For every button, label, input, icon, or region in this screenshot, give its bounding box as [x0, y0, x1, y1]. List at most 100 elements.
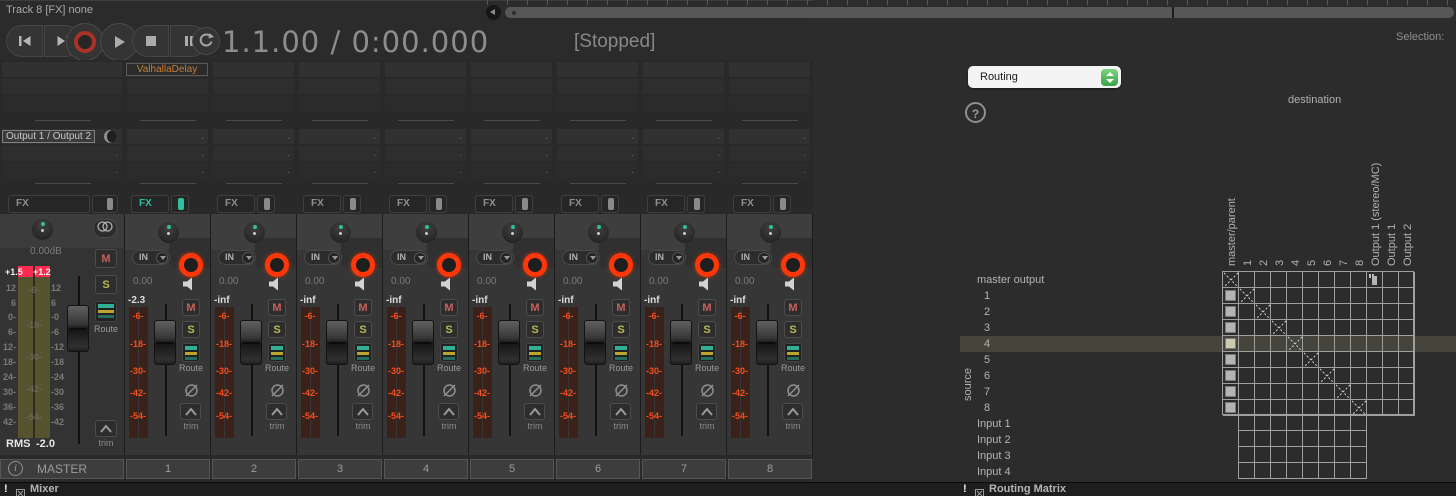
matrix-cell[interactable] [1239, 272, 1255, 288]
fx-button[interactable]: FX [475, 195, 513, 213]
send-slot[interactable]: . [471, 129, 552, 144]
source-row-label[interactable]: 5 [977, 352, 1087, 368]
fader[interactable] [584, 320, 606, 365]
fader[interactable] [240, 320, 262, 365]
matrix-cell[interactable] [1319, 304, 1335, 320]
route-button[interactable] [612, 343, 630, 362]
send-slot[interactable]: . [299, 146, 380, 161]
peak-readout[interactable]: -2.3 [128, 295, 145, 306]
fx-button[interactable]: FX [647, 195, 685, 213]
trim-button[interactable] [438, 403, 459, 420]
send-pan-knob[interactable] [104, 130, 117, 143]
route-button[interactable] [698, 343, 716, 362]
input-menu-icon[interactable] [758, 252, 770, 264]
route-button[interactable] [268, 343, 286, 362]
matrix-cell[interactable] [1255, 272, 1271, 288]
fx-button[interactable]: FX [217, 195, 255, 213]
solo-button[interactable]: S [354, 321, 372, 338]
send-slot[interactable]: . [729, 129, 810, 144]
fx-chain-handle[interactable] [92, 195, 118, 213]
route-button[interactable] [784, 343, 802, 362]
matrix-cell[interactable] [1383, 288, 1399, 304]
matrix-cell[interactable] [1367, 304, 1383, 320]
matrix-cell[interactable] [1271, 447, 1287, 463]
route-button[interactable] [354, 343, 372, 362]
matrix-cell[interactable] [1383, 384, 1399, 400]
send-slot[interactable]: . [213, 163, 294, 178]
matrix-cell[interactable] [1351, 272, 1367, 288]
matrix-cell[interactable] [1255, 415, 1271, 431]
fx-slot[interactable] [643, 62, 724, 77]
source-row-label[interactable]: master output [977, 272, 1087, 288]
source-row-label[interactable]: 3 [977, 320, 1087, 336]
fx-slot[interactable] [471, 79, 552, 94]
matrix-cell[interactable] [1223, 320, 1239, 336]
record-arm-button[interactable] [179, 253, 203, 277]
peak-readout[interactable]: -inf [558, 295, 574, 306]
matrix-cell[interactable] [1239, 336, 1255, 352]
matrix-cell[interactable] [1399, 400, 1415, 416]
matrix-cell[interactable] [1239, 431, 1255, 447]
send-slot[interactable]: . [213, 129, 294, 144]
mute-button[interactable]: M [526, 299, 544, 316]
matrix-cell[interactable] [1223, 336, 1239, 352]
matrix-cell[interactable] [1335, 288, 1351, 304]
track-number[interactable]: 1 [126, 459, 210, 479]
matrix-cell[interactable] [1351, 400, 1367, 416]
fx-slot[interactable] [385, 79, 466, 94]
send-slot[interactable]: . [557, 146, 638, 161]
matrix-cell[interactable] [1239, 384, 1255, 400]
input-menu-icon[interactable] [586, 252, 598, 264]
tab-mixer[interactable]: Mixer [30, 483, 59, 496]
fx-insert-slot[interactable]: ValhallaDelay [126, 63, 208, 76]
matrix-cell[interactable] [1271, 272, 1287, 288]
matrix-cell[interactable] [1319, 288, 1335, 304]
info-icon[interactable]: i [8, 461, 23, 476]
matrix-cell[interactable] [1255, 320, 1271, 336]
matrix-cell[interactable] [1303, 431, 1319, 447]
send-slot[interactable]: . [643, 163, 724, 178]
matrix-cell[interactable] [1351, 447, 1367, 463]
matrix-cell[interactable] [1271, 368, 1287, 384]
fx-slot[interactable] [2, 62, 122, 77]
matrix-cell[interactable] [1223, 368, 1239, 384]
phase-button[interactable] [527, 382, 544, 399]
solo-button[interactable]: S [182, 321, 200, 338]
input-menu-icon[interactable] [242, 252, 254, 264]
fx-chain-handle[interactable] [601, 195, 619, 213]
matrix-cell[interactable] [1303, 304, 1319, 320]
fx-button[interactable]: FX [131, 195, 169, 213]
matrix-cell[interactable] [1399, 272, 1415, 288]
fx-slot[interactable] [127, 96, 208, 111]
send-slot[interactable]: . [385, 163, 466, 178]
input-menu-icon[interactable] [414, 252, 426, 264]
fx-slot[interactable] [299, 62, 380, 77]
track-number[interactable]: 4 [384, 459, 468, 479]
matrix-cell[interactable] [1335, 384, 1351, 400]
send-slot[interactable]: . [127, 146, 208, 161]
send-slot[interactable]: . [299, 129, 380, 144]
matrix-cell[interactable] [1399, 320, 1415, 336]
matrix-cell[interactable] [1239, 447, 1255, 463]
matrix-cell[interactable] [1223, 384, 1239, 400]
matrix-cell[interactable] [1239, 320, 1255, 336]
source-row-label[interactable]: Input 3 [977, 448, 1087, 464]
send-slot[interactable]: . [299, 163, 380, 178]
fx-button[interactable]: FX [389, 195, 427, 213]
fader[interactable] [498, 320, 520, 365]
matrix-cell[interactable] [1271, 320, 1287, 336]
input-button[interactable]: IN [218, 250, 256, 265]
fader[interactable] [326, 320, 348, 365]
matrix-cell[interactable] [1239, 463, 1255, 479]
pan-knob[interactable] [760, 222, 781, 243]
send-slot[interactable]: . [385, 146, 466, 161]
matrix-cell[interactable] [1287, 431, 1303, 447]
matrix-cell[interactable] [1303, 288, 1319, 304]
matrix-cell[interactable] [1383, 368, 1399, 384]
matrix-cell[interactable] [1223, 304, 1239, 320]
peak-readout[interactable]: -inf [644, 295, 660, 306]
fx-chain-handle[interactable] [687, 195, 705, 213]
send-slot[interactable]: . [471, 146, 552, 161]
input-button[interactable]: IN [562, 250, 600, 265]
fx-slot[interactable] [299, 96, 380, 111]
